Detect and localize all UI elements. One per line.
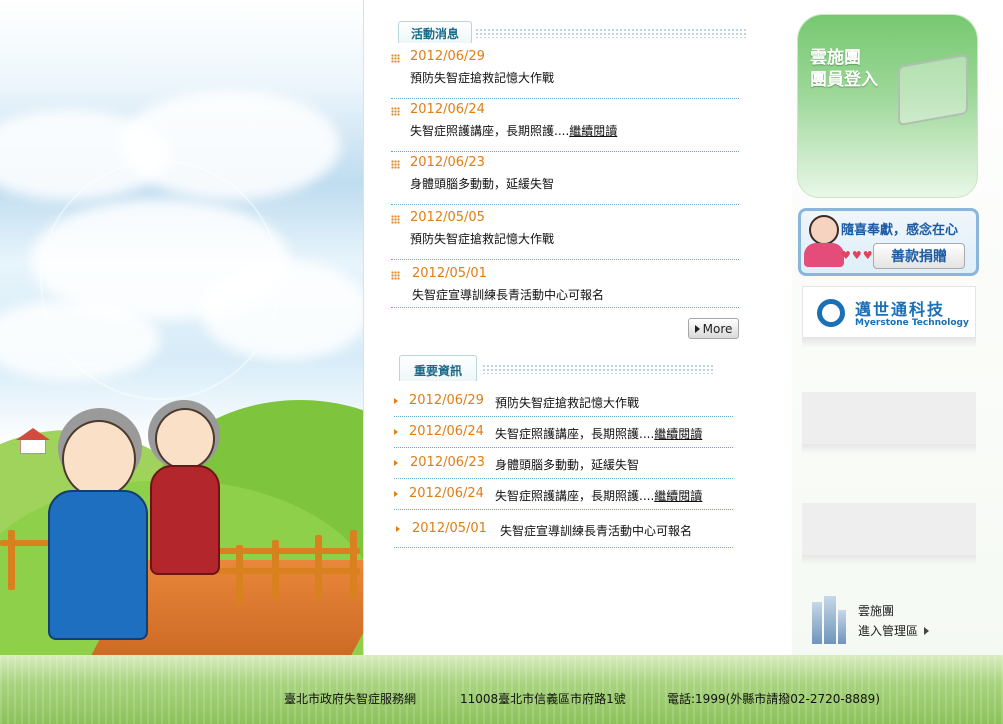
news-item[interactable]: 2012/06/29 預防失智症搶救記憶大作戰 bbox=[391, 49, 739, 99]
laptop-icon bbox=[898, 53, 968, 127]
footer-org: 臺北市政府失智症服務網 bbox=[284, 692, 417, 706]
info-title[interactable]: 失智症宣導訓練長青活動中心可報名 bbox=[500, 522, 692, 539]
bullet-icon bbox=[391, 215, 400, 224]
arrow-right-icon bbox=[924, 626, 930, 635]
building-icon bbox=[812, 602, 822, 644]
member-login-banner[interactable]: 雲施團 團員登入 bbox=[797, 14, 978, 198]
hearts-icon: ♥♥♥ bbox=[841, 249, 874, 262]
admin-line1: 雲施團 bbox=[858, 604, 895, 618]
tab-news[interactable]: 活動消息 bbox=[398, 21, 473, 43]
info-item[interactable]: 2012/05/01 失智症宣導訓練長青活動中心可報名 bbox=[394, 521, 733, 548]
news-title[interactable]: 失智症照護講座，長期照護....繼續閱讀 bbox=[410, 122, 617, 139]
sponsor-name-en: Myerstone Technology bbox=[855, 318, 969, 328]
admin-line2: 進入管理區 bbox=[858, 622, 930, 639]
info-item[interactable]: 2012/06/29 預防失智症搶救記憶大作戰 bbox=[394, 393, 733, 417]
news-title[interactable]: 預防失智症搶救記憶大作戰 bbox=[410, 69, 554, 86]
read-more-link[interactable]: 繼續閱讀 bbox=[569, 124, 617, 138]
child-avatar bbox=[809, 215, 839, 245]
bullet-icon bbox=[391, 271, 400, 280]
read-more-link[interactable]: 繼續閱讀 bbox=[654, 427, 702, 441]
info-date: 2012/06/24 bbox=[409, 424, 484, 439]
hero-illustration bbox=[0, 0, 363, 655]
info-item[interactable]: 2012/06/24 失智症照護講座，長期照護....繼續閱讀 bbox=[394, 486, 733, 510]
news-date: 2012/06/29 bbox=[410, 49, 485, 64]
info-item[interactable]: 2012/06/23 身體頭腦多動動，延緩失智 bbox=[394, 455, 733, 479]
info-title[interactable]: 預防失智症搶救記憶大作戰 bbox=[495, 394, 639, 411]
read-more-link[interactable]: 繼續閱讀 bbox=[654, 489, 702, 503]
news-title[interactable]: 身體頭腦多動動，延緩失智 bbox=[410, 175, 554, 192]
child-avatar-body bbox=[804, 243, 844, 267]
news-item[interactable]: 2012/05/05 預防失智症搶救記憶大作戰 bbox=[391, 210, 739, 260]
play-icon bbox=[694, 324, 700, 333]
arrow-icon bbox=[394, 429, 398, 435]
login-text: 雲施團 團員登入 bbox=[810, 48, 878, 90]
news-item[interactable]: 2012/06/23 身體頭腦多動動，延緩失智 bbox=[391, 155, 739, 205]
banner-placeholder[interactable] bbox=[802, 503, 976, 555]
sponsor-name: 邁世通科技 bbox=[855, 300, 946, 319]
info-date: 2012/06/24 bbox=[409, 486, 484, 501]
sponsor-banner[interactable]: 邁世通科技 Myerstone Technology bbox=[802, 286, 976, 338]
tab-info-label: 重要資訊 bbox=[414, 364, 463, 378]
news-date: 2012/05/01 bbox=[412, 266, 487, 281]
banner-placeholder[interactable] bbox=[802, 392, 976, 444]
footer-phone: 電話:1999(外縣市請撥02-2720-8889) bbox=[667, 692, 880, 706]
donate-button[interactable]: 善款捐贈 bbox=[873, 243, 965, 269]
info-item[interactable]: 2012/06/24 失智症照護講座，長期照護....繼續閱讀 bbox=[394, 424, 733, 448]
banner-shadow bbox=[802, 338, 976, 348]
info-date: 2012/06/23 bbox=[410, 455, 485, 470]
section-divider bbox=[475, 28, 748, 38]
tab-info[interactable]: 重要資訊 bbox=[399, 355, 478, 381]
news-date: 2012/06/24 bbox=[410, 102, 485, 117]
banner-shadow bbox=[802, 555, 976, 565]
news-item[interactable]: 2012/06/24 失智症照護講座，長期照護....繼續閱讀 bbox=[391, 102, 739, 152]
info-date: 2012/06/29 bbox=[409, 393, 484, 408]
donate-slogan: 隨喜奉獻，感念在心 bbox=[841, 223, 959, 238]
info-title[interactable]: 失智症照護講座，長期照護....繼續閱讀 bbox=[495, 487, 702, 504]
section-divider bbox=[482, 364, 714, 374]
arrow-icon bbox=[394, 460, 398, 466]
tab-news-label: 活動消息 bbox=[411, 27, 460, 41]
news-title[interactable]: 失智症宣導訓練長青活動中心可報名 bbox=[412, 286, 604, 303]
news-item[interactable]: 2012/05/01 失智症宣導訓練長青活動中心可報名 bbox=[391, 266, 739, 308]
info-title[interactable]: 身體頭腦多動動，延緩失智 bbox=[495, 456, 639, 473]
info-date: 2012/05/01 bbox=[412, 521, 487, 536]
arrow-icon bbox=[396, 526, 400, 532]
footer-address: 11008臺北市信義區市府路1號 bbox=[460, 692, 626, 706]
more-button[interactable]: More bbox=[688, 318, 739, 339]
news-title[interactable]: 預防失智症搶救記憶大作戰 bbox=[410, 230, 554, 247]
arrow-icon bbox=[394, 398, 398, 404]
building-icon-annex bbox=[838, 610, 846, 644]
news-date: 2012/05/05 bbox=[410, 210, 485, 225]
building-icon-tower bbox=[824, 596, 836, 644]
news-date: 2012/06/23 bbox=[410, 155, 485, 170]
arrow-icon bbox=[394, 491, 398, 497]
info-title[interactable]: 失智症照護講座，長期照護....繼續閱讀 bbox=[495, 425, 702, 442]
bullet-icon bbox=[391, 54, 400, 63]
admin-link[interactable]: 雲施團 進入管理區 bbox=[808, 596, 968, 646]
sponsor-logo-icon bbox=[817, 299, 845, 327]
bullet-icon bbox=[391, 160, 400, 169]
footer: 臺北市政府失智症服務網 11008臺北市信義區市府路1號 電話:1999(外縣市… bbox=[0, 655, 1003, 724]
donate-banner[interactable]: 隨喜奉獻，感念在心 ♥♥♥ 善款捐贈 bbox=[798, 208, 979, 276]
more-button-label: More bbox=[702, 321, 733, 336]
bullet-icon bbox=[391, 107, 400, 116]
banner-shadow bbox=[802, 444, 976, 454]
